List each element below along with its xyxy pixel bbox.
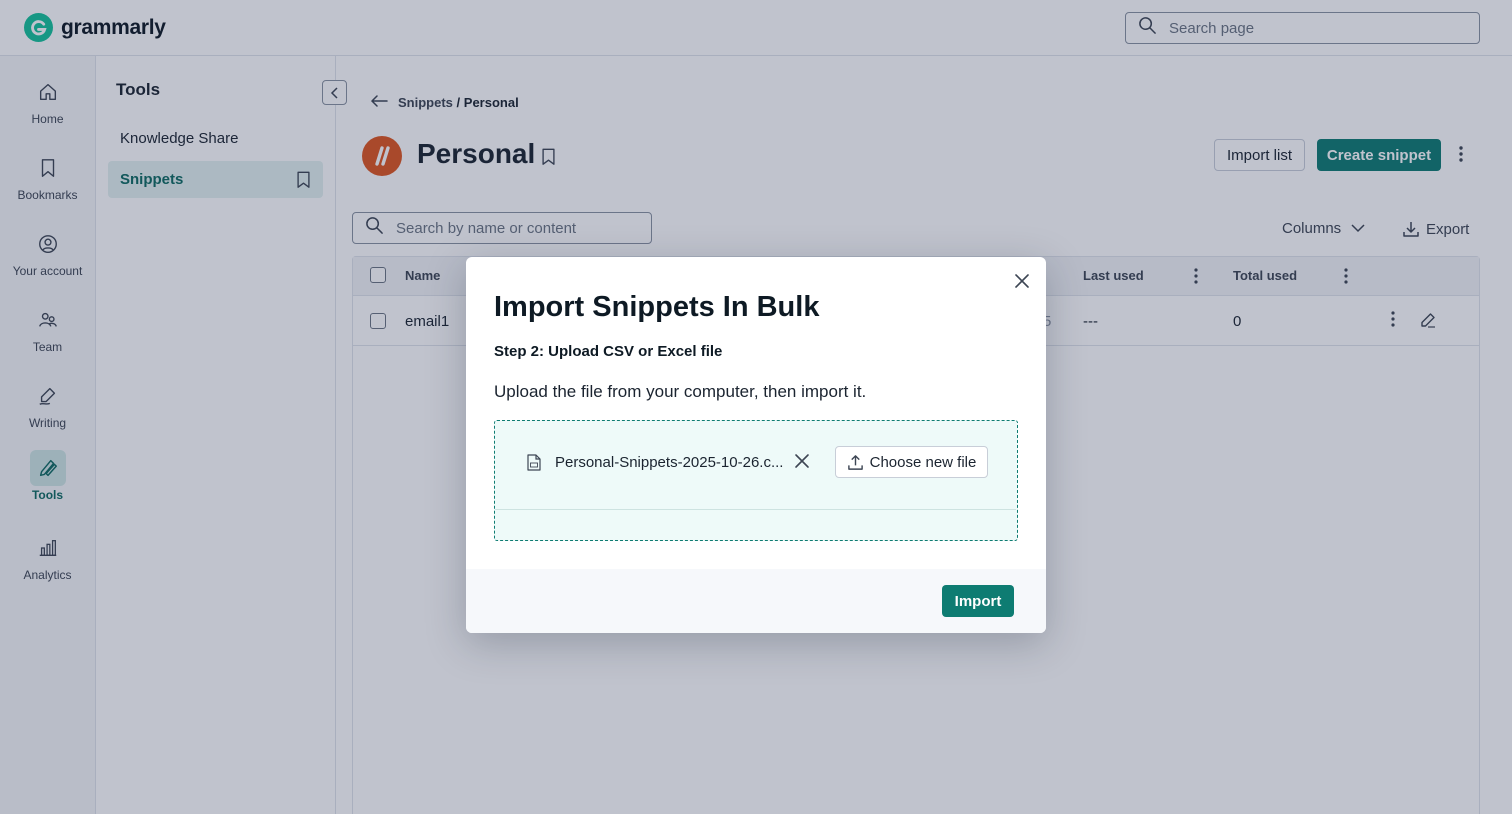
modal-footer: Import bbox=[466, 569, 1046, 633]
modal-step-label: Step 2: Upload CSV or Excel file bbox=[494, 343, 723, 360]
file-dropzone[interactable]: Personal-Snippets-2025-10-26.c... Choose… bbox=[494, 420, 1018, 541]
modal-title: Import Snippets In Bulk bbox=[494, 291, 820, 323]
spreadsheet-file-icon bbox=[527, 454, 541, 476]
upload-icon bbox=[847, 454, 863, 470]
remove-file-icon[interactable] bbox=[794, 453, 810, 474]
selected-file-name: Personal-Snippets-2025-10-26.c... bbox=[555, 454, 784, 471]
close-icon bbox=[1015, 274, 1029, 288]
choose-file-label: Choose new file bbox=[869, 453, 977, 471]
modal-description: Upload the file from your computer, then… bbox=[494, 382, 867, 401]
choose-new-file-button[interactable]: Choose new file bbox=[835, 446, 988, 478]
close-modal-button[interactable] bbox=[1011, 270, 1033, 292]
dropzone-divider bbox=[495, 509, 1016, 510]
import-button[interactable]: Import bbox=[942, 585, 1014, 617]
import-modal: Import Snippets In Bulk Step 2: Upload C… bbox=[466, 257, 1046, 633]
